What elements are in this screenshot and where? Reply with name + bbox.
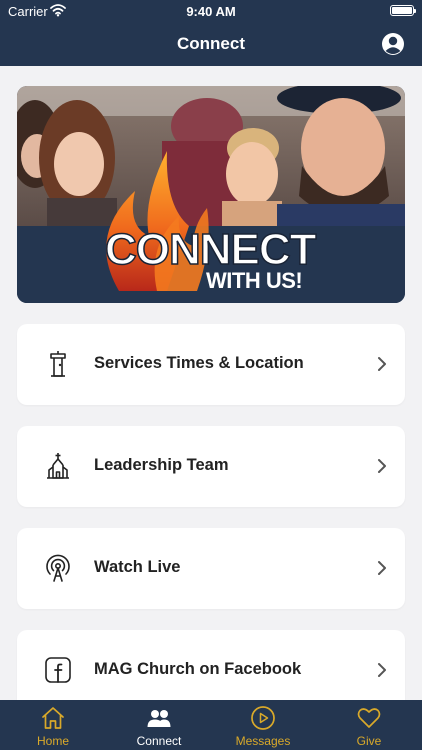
banner-subtitle: WITH US! <box>206 268 302 293</box>
chevron-right-icon <box>378 459 386 473</box>
tab-label: Home <box>36 734 69 748</box>
status-bar: Carrier 9:40 AM <box>0 0 422 22</box>
content-area[interactable]: CONNECT WITH US! Services Times & Locati… <box>0 66 422 700</box>
tab-home[interactable]: Home <box>0 700 106 750</box>
clock: 9:40 AM <box>186 4 236 19</box>
menu-item-label: MAG Church on Facebook <box>94 660 302 678</box>
facebook-icon <box>45 657 71 683</box>
tab-label: Give <box>356 734 382 748</box>
chevron-right-icon <box>378 357 386 371</box>
profile-icon[interactable] <box>381 32 405 56</box>
chevron-right-icon <box>378 663 386 677</box>
facebook-item[interactable]: MAG Church on Facebook <box>17 630 405 700</box>
watch-live-item[interactable]: Watch Live <box>17 528 405 609</box>
page-title: Connect <box>177 34 245 53</box>
leadership-team-item[interactable]: Leadership Team <box>17 426 405 507</box>
nav-bar: Connect <box>0 22 422 66</box>
tab-label: Messages <box>235 734 291 748</box>
play-icon <box>251 706 275 730</box>
tab-label: Connect <box>136 734 182 748</box>
banner-title: CONNECT <box>105 225 317 274</box>
menu-item-label: Leadership Team <box>94 456 229 474</box>
chevron-right-icon <box>378 561 386 575</box>
banner-artwork: CONNECT WITH US! <box>17 86 405 303</box>
tab-connect[interactable]: Connect <box>106 700 212 750</box>
church-icon <box>47 453 69 479</box>
connect-banner-image[interactable]: CONNECT WITH US! <box>17 86 405 303</box>
battery-icon <box>390 5 416 16</box>
tab-give[interactable]: Give <box>316 700 422 750</box>
heart-icon <box>357 708 381 728</box>
home-icon <box>42 707 64 729</box>
people-icon <box>147 710 171 727</box>
services-times-location-item[interactable]: Services Times & Location <box>17 324 405 405</box>
broadcast-icon <box>46 554 70 582</box>
tab-messages[interactable]: Messages <box>210 700 316 750</box>
pulpit-icon <box>50 351 66 377</box>
tab-bar: Home Connect Messages Give <box>0 700 422 750</box>
menu-item-label: Services Times & Location <box>94 354 304 372</box>
menu-item-label: Watch Live <box>94 558 181 576</box>
